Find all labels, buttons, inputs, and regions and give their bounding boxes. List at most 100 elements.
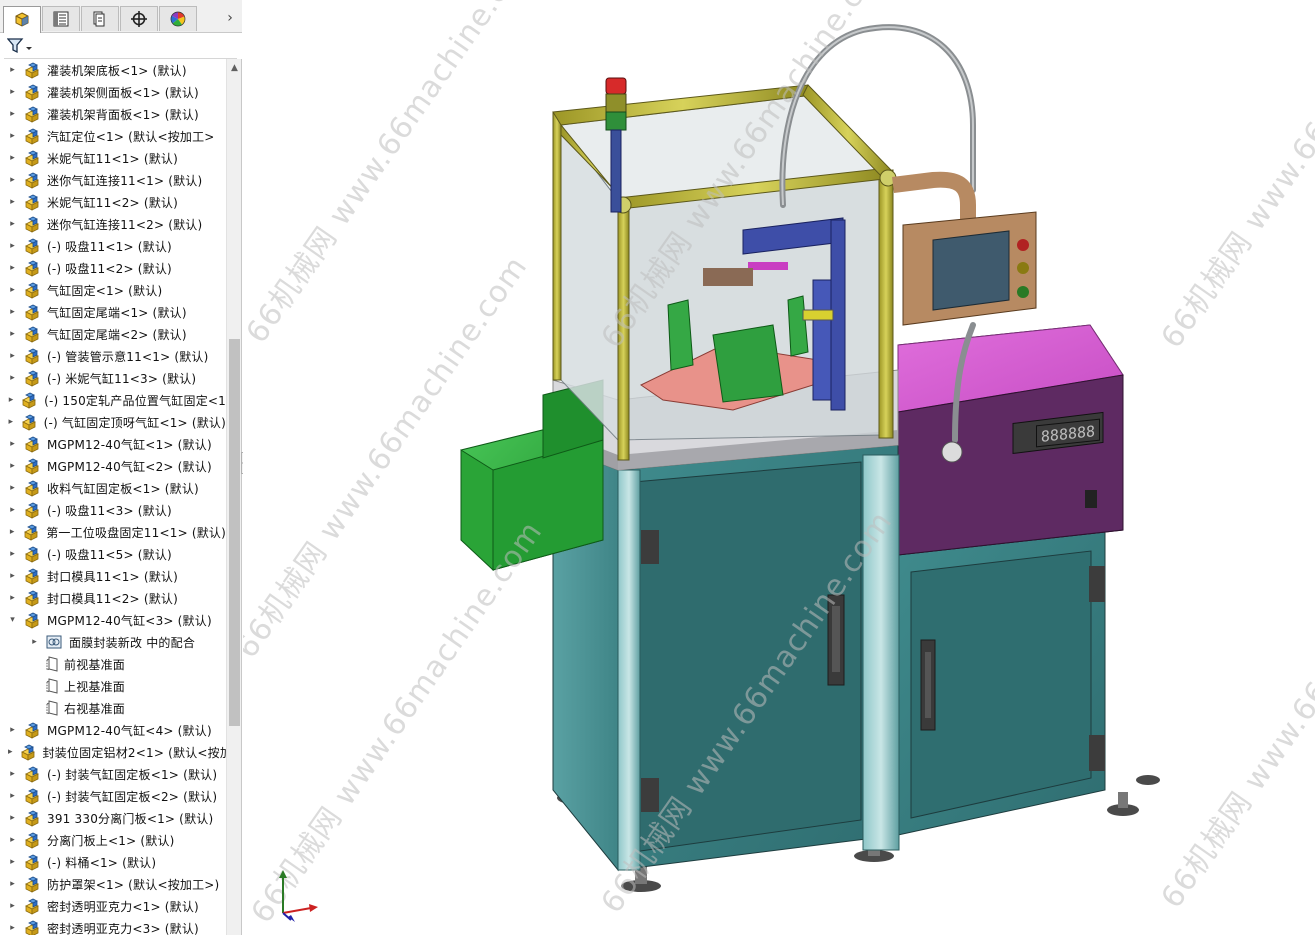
tree-item[interactable]: ▸ 封口模具11<2> (默认) xyxy=(0,587,226,609)
display-manager-tab[interactable] xyxy=(159,6,197,31)
expand-arrow-icon[interactable]: ▸ xyxy=(8,197,17,207)
tree-item-label: 迷你气缸连接11<2> (默认) xyxy=(47,217,203,232)
expand-arrow-icon[interactable]: ▸ xyxy=(8,153,17,163)
tree-item[interactable]: ▸ 气缸固定尾端<2> (默认) xyxy=(0,323,226,345)
tree-item[interactable]: ▸ (-) 封装气缸固定板<2> (默认) xyxy=(0,785,226,807)
tree-item[interactable]: 前视基准面 xyxy=(0,653,226,675)
orientation-triad-icon xyxy=(279,870,318,922)
expand-arrow-icon[interactable]: ▸ xyxy=(8,373,17,383)
tree-item[interactable]: ▸ 灌装机架底板<1> (默认) xyxy=(0,59,226,81)
expand-arrow-icon[interactable]: ▸ xyxy=(8,109,17,119)
part-component-icon xyxy=(23,589,42,607)
scroll-thumb[interactable] xyxy=(229,339,240,726)
tree-item[interactable]: ▸ (-) 吸盘11<5> (默认) xyxy=(0,543,226,565)
tree-item[interactable]: ▸ (-) 米妮气缸11<3> (默认) xyxy=(0,367,226,389)
tree-item[interactable]: ▸ (-) 吸盘11<3> (默认) xyxy=(0,499,226,521)
tree-item[interactable]: ▸ 灌装机架背面板<1> (默认) xyxy=(0,103,226,125)
expand-arrow-icon[interactable]: ▸ xyxy=(8,527,16,537)
expand-arrow-icon[interactable]: ▸ xyxy=(8,835,17,845)
expand-arrow-icon[interactable]: ▸ xyxy=(8,549,17,559)
configuration-manager-tab[interactable] xyxy=(81,6,119,31)
property-manager-tab[interactable] xyxy=(42,6,80,31)
expand-arrow-icon[interactable]: ▸ xyxy=(8,417,14,427)
tree-item[interactable]: ▸ (-) 气缸固定顶呀气缸<1> (默认) xyxy=(0,411,226,433)
expand-arrow-icon[interactable]: ▸ xyxy=(8,571,17,581)
expand-arrow-icon[interactable]: ▸ xyxy=(8,747,13,757)
expand-arrow-icon[interactable]: ▸ xyxy=(8,813,17,823)
tree-item[interactable]: ▸ 封口模具11<1> (默认) xyxy=(0,565,226,587)
expand-arrow-icon[interactable]: ▸ xyxy=(8,725,17,735)
tree-item[interactable]: ▸ (-) 吸盘11<1> (默认) xyxy=(0,235,226,257)
expand-arrow-icon[interactable]: ▸ xyxy=(8,175,17,185)
tree-item[interactable]: ▸ (-) 吸盘11<2> (默认) xyxy=(0,257,226,279)
tree-item[interactable]: ▸ 迷你气缸连接11<2> (默认) xyxy=(0,213,226,235)
expand-arrow-icon[interactable]: ▸ xyxy=(8,219,17,229)
expand-arrow-icon[interactable]: ▸ xyxy=(30,637,39,647)
tree-item[interactable]: ▸ (-) 管装管示意11<1> (默认) xyxy=(0,345,226,367)
part-component-icon xyxy=(23,149,42,167)
tree-item[interactable]: ▸ MGPM12-40气缸<1> (默认) xyxy=(0,433,226,455)
expand-arrow-icon[interactable]: ▸ xyxy=(8,791,17,801)
graphics-viewport[interactable]: 888888 66机械网 www.66machine.com 66机械网 www… xyxy=(243,0,1315,935)
expand-arrow-icon[interactable]: ▸ xyxy=(8,395,14,405)
expand-arrow-icon[interactable]: ▸ xyxy=(8,483,17,493)
expand-arrow-icon[interactable]: ▸ xyxy=(8,901,17,911)
tree-item[interactable]: ▸ 密封透明亚克力<1> (默认) xyxy=(0,895,226,917)
expand-arrow-icon[interactable]: ▸ xyxy=(8,285,17,295)
tree-item[interactable]: ▸ 分离门板上<1> (默认) xyxy=(0,829,226,851)
part-component-icon xyxy=(23,303,42,321)
tree-item[interactable]: ▸ 封装位固定铝材2<1> (默认<按加 xyxy=(0,741,226,763)
part-component-icon xyxy=(20,391,39,409)
more-tabs-chevron-icon[interactable]: › xyxy=(222,9,238,27)
tree-vertical-scrollbar[interactable]: ▲ xyxy=(226,59,241,935)
expand-arrow-icon[interactable]: ▸ xyxy=(8,593,17,603)
expand-arrow-icon[interactable]: ▸ xyxy=(8,857,17,867)
expand-arrow-icon[interactable]: ▸ xyxy=(8,131,17,141)
tree-item-label: 分离门板上<1> (默认) xyxy=(47,833,175,848)
tree-item[interactable]: ▸ MGPM12-40气缸<4> (默认) xyxy=(0,719,226,741)
expand-arrow-icon[interactable]: ▸ xyxy=(8,307,17,317)
part-component-icon xyxy=(23,787,42,805)
tree-item[interactable]: ▸ 米妮气缸11<1> (默认) xyxy=(0,147,226,169)
collapse-arrow-icon[interactable]: ▾ xyxy=(8,615,17,625)
expand-arrow-icon[interactable]: ▸ xyxy=(8,879,17,889)
tree-item[interactable]: ▸ 汽缸定位<1> (默认<按加工> xyxy=(0,125,226,147)
part-component-icon xyxy=(23,325,42,343)
dimxpert-tab[interactable] xyxy=(120,6,158,31)
expand-arrow-icon[interactable]: ▸ xyxy=(8,769,17,779)
tree-item[interactable]: ▸ 气缸固定<1> (默认) xyxy=(0,279,226,301)
expand-arrow-icon[interactable]: ▸ xyxy=(8,923,17,933)
filter-funnel-icon[interactable] xyxy=(7,38,35,54)
tree-item[interactable]: ▸ 防护罩架<1> (默认<按加工>) xyxy=(0,873,226,895)
tree-item[interactable]: ▸ 迷你气缸连接11<1> (默认) xyxy=(0,169,226,191)
tree-item[interactable]: ▸ 米妮气缸11<2> (默认) xyxy=(0,191,226,213)
tree-item[interactable]: ▸ 第一工位吸盘固定11<1> (默认) xyxy=(0,521,226,543)
tree-item[interactable]: ▸ 密封透明亚克力<3> (默认) xyxy=(0,917,226,935)
expand-arrow-icon[interactable]: ▸ xyxy=(8,439,17,449)
tree-item[interactable]: ▸ 面膜封装新改 中的配合 xyxy=(0,631,226,653)
tree-item[interactable]: 上视基准面 xyxy=(0,675,226,697)
expand-arrow-icon[interactable]: ▸ xyxy=(8,505,17,515)
expand-arrow-icon[interactable]: ▸ xyxy=(8,241,17,251)
expand-arrow-icon[interactable]: ▸ xyxy=(8,351,17,361)
expand-arrow-icon[interactable]: ▸ xyxy=(8,461,17,471)
tree-item[interactable]: ▸ 收料气缸固定板<1> (默认) xyxy=(0,477,226,499)
tree-item[interactable]: ▸ (-) 料桶<1> (默认) xyxy=(0,851,226,873)
scroll-up-arrow-icon[interactable]: ▲ xyxy=(229,61,240,75)
tree-item-label: (-) 吸盘11<3> (默认) xyxy=(47,503,172,518)
tree-item[interactable]: ▸ MGPM12-40气缸<2> (默认) xyxy=(0,455,226,477)
tree-item[interactable]: ▸ 气缸固定尾端<1> (默认) xyxy=(0,301,226,323)
tree-item[interactable]: ▸ 391 330分离门板<1> (默认) xyxy=(0,807,226,829)
tree-item[interactable]: ▾ MGPM12-40气缸<3> (默认) xyxy=(0,609,226,631)
expand-arrow-icon[interactable]: ▸ xyxy=(8,65,17,75)
expand-arrow-icon[interactable]: ▸ xyxy=(8,329,17,339)
tree-item[interactable]: 右视基准面 xyxy=(0,697,226,719)
tree-item[interactable]: ▸ 灌装机架侧面板<1> (默认) xyxy=(0,81,226,103)
feature-manager-tab[interactable] xyxy=(3,6,41,33)
expand-arrow-icon[interactable]: ▸ xyxy=(8,87,17,97)
expand-arrow-icon[interactable]: ▸ xyxy=(8,263,17,273)
feature-tree-icon xyxy=(15,12,29,27)
tree-item[interactable]: ▸ (-) 封装气缸固定板<1> (默认) xyxy=(0,763,226,785)
tree-item-label: 前视基准面 xyxy=(64,657,126,672)
tree-item[interactable]: ▸ (-) 150定轧产品位置气缸固定<1 xyxy=(0,389,226,411)
